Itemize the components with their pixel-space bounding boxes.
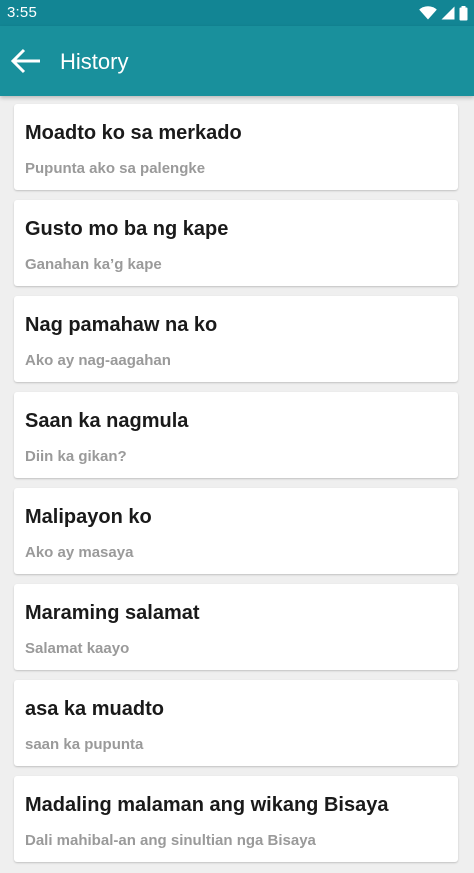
- history-phrase: Nag pamahaw na ko: [25, 314, 218, 336]
- history-phrase: Malipayon ko: [25, 506, 152, 528]
- history-translation: Diin ka gikan?: [25, 448, 127, 465]
- cell-signal-icon: [441, 6, 455, 20]
- history-card[interactable]: Madaling malaman ang wikang Bisaya Dali …: [14, 776, 458, 862]
- history-translation: Salamat kaayo: [25, 640, 130, 657]
- history-translation: Ako ay masaya: [25, 544, 134, 561]
- page-title: History: [60, 49, 129, 74]
- wifi-icon: [419, 6, 437, 20]
- history-phrase: Maraming salamat: [25, 602, 200, 624]
- history-card[interactable]: Moadto ko sa merkado Pupunta ako sa pale…: [14, 104, 458, 190]
- status-icons: [419, 4, 468, 22]
- history-phrase: Gusto mo ba ng kape: [25, 218, 229, 240]
- history-phrase: asa ka muadto: [25, 698, 164, 720]
- history-phrase: Moadto ko sa merkado: [25, 122, 242, 144]
- history-phrase: Madaling malaman ang wikang Bisaya: [25, 794, 389, 816]
- history-card[interactable]: Saan ka nagmula Diin ka gikan?: [14, 392, 458, 478]
- battery-icon: [459, 5, 468, 20]
- status-bar: 3:55: [0, 0, 474, 26]
- history-card[interactable]: asa ka muadto saan ka pupunta: [14, 680, 458, 766]
- history-list[interactable]: Moadto ko sa merkado Pupunta ako sa pale…: [0, 96, 474, 873]
- history-translation: Pupunta ako sa palengke: [25, 160, 206, 177]
- status-time: 3:55: [7, 4, 37, 21]
- history-translation: Dali mahibal-an ang sinultian nga Bisaya: [25, 832, 316, 849]
- history-translation: Ako ay nag-aagahan: [25, 352, 171, 369]
- back-button[interactable]: [4, 37, 48, 85]
- history-card[interactable]: Nag pamahaw na ko Ako ay nag-aagahan: [14, 296, 458, 382]
- history-translation: saan ka pupunta: [25, 736, 144, 753]
- history-translation: Ganahan ka’g kape: [25, 256, 162, 273]
- history-card[interactable]: Maraming salamat Salamat kaayo: [14, 584, 458, 670]
- history-card[interactable]: Gusto mo ba ng kape Ganahan ka’g kape: [14, 200, 458, 286]
- history-card[interactable]: Malipayon ko Ako ay masaya: [14, 488, 458, 574]
- arrow-back-icon: [11, 48, 40, 74]
- app-bar: History: [0, 26, 474, 96]
- history-phrase: Saan ka nagmula: [25, 410, 189, 432]
